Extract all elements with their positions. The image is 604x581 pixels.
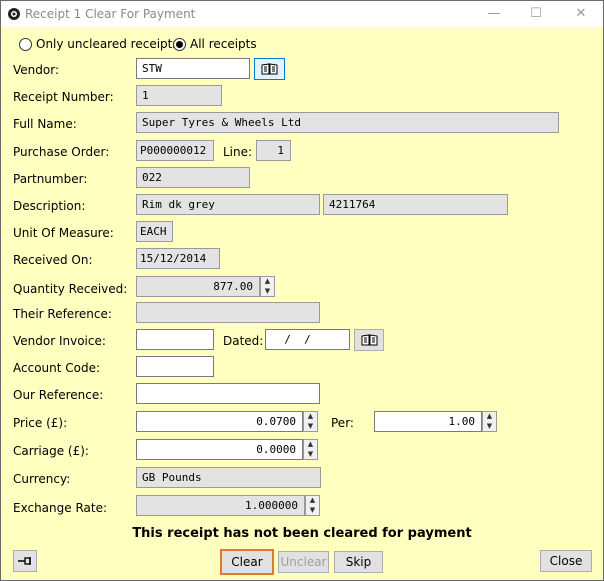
quantity-received-spinner: ▲ ▼ [260,276,275,297]
purchase-order-label: Purchase Order: [13,145,110,159]
their-reference-field [136,302,320,323]
close-window-icon[interactable]: ✕ [566,3,596,25]
purchase-order-field: P000000012 [136,140,214,161]
per-spinner[interactable]: ▲ ▼ [482,411,497,432]
carriage-spinner[interactable]: ▲ ▼ [303,439,318,460]
pin-button[interactable] [13,550,37,572]
full-name-field: Super Tyres & Wheels Ltd [136,112,559,133]
exchange-rate-label: Exchange Rate: [13,501,108,515]
unit-of-measure-label: Unit Of Measure: [13,226,114,240]
radio-all-receipts-label: All receipts [190,37,257,51]
spin-down-icon: ▼ [309,506,316,514]
dated-label: Dated: [223,334,264,348]
account-code-input[interactable] [136,356,214,377]
partnumber-field: 022 [136,167,250,188]
quantity-received-field: 877.00 [136,276,260,297]
receipt-number-field: 1 [136,85,222,106]
radio-only-uncleared-label: Only uncleared receipts [36,37,179,51]
clearance-status-message: This receipt has not been cleared for pa… [132,526,472,541]
window-title: Receipt 1 Clear For Payment [25,7,196,21]
spin-up-icon[interactable]: ▲ [304,440,317,449]
description-label: Description: [13,199,86,213]
close-button[interactable]: Close [540,550,592,572]
our-reference-label: Our Reference: [13,388,104,402]
vendor-lookup-button[interactable] [254,58,285,80]
price-input[interactable]: 0.0700 [136,411,303,432]
book-icon [261,63,278,75]
skip-button[interactable]: Skip [334,551,383,573]
spin-down-icon: ▼ [264,287,271,295]
vendor-invoice-input[interactable] [136,329,214,350]
title-bar: Receipt 1 Clear For Payment — ☐ ✕ [1,1,603,27]
description-secondary-field: 4211764 [323,194,508,215]
carriage-input[interactable]: 0.0000 [136,439,303,460]
account-code-label: Account Code: [13,361,101,375]
received-on-label: Received On: [13,253,93,267]
vendor-invoice-label: Vendor Invoice: [13,334,106,348]
spin-down-icon[interactable]: ▼ [304,450,317,459]
spin-up-icon: ▲ [309,496,316,504]
vendor-field[interactable]: STW [136,58,250,79]
app-icon [8,8,20,20]
vendor-label: Vendor: [13,63,59,77]
spin-down-icon[interactable]: ▼ [304,422,317,431]
spin-down-icon[interactable]: ▼ [483,422,496,431]
description-field: Rim dk grey [136,194,320,215]
unclear-button: Unclear [278,551,329,573]
per-label: Per: [331,416,354,430]
exchange-rate-spinner: ▲ ▼ [305,495,320,516]
spin-up-icon: ▲ [264,277,271,285]
date-lookup-button[interactable] [354,329,384,351]
radio-only-uncleared[interactable] [19,38,32,51]
per-input[interactable]: 1.00 [374,411,482,432]
minimize-icon[interactable]: — [479,3,509,25]
full-name-label: Full Name: [13,117,77,131]
receipt-number-label: Receipt Number: [13,90,114,104]
their-reference-label: Their Reference: [13,307,112,321]
partnumber-label: Partnumber: [13,172,88,186]
maximize-icon[interactable]: ☐ [521,3,551,25]
line-field: 1 [256,140,291,161]
price-spinner[interactable]: ▲ ▼ [303,411,318,432]
received-on-field: 15/12/2014 [136,248,220,269]
currency-label: Currency: [13,472,71,486]
spin-up-icon[interactable]: ▲ [304,412,317,421]
book-icon [361,334,378,346]
our-reference-input[interactable] [136,383,320,404]
unit-of-measure-field: EACH [136,221,173,242]
line-label: Line: [223,145,253,159]
currency-field: GB Pounds [136,467,321,488]
carriage-label: Carriage (£): [13,444,89,458]
clear-button[interactable]: Clear [220,549,274,575]
radio-all-receipts[interactable] [173,38,186,51]
exchange-rate-field: 1.000000 [136,495,305,516]
spin-up-icon[interactable]: ▲ [483,412,496,421]
dated-input[interactable]: / / [265,329,350,350]
price-label: Price (£): [13,416,68,430]
pin-icon [18,557,31,565]
quantity-received-label: Quantity Received: [13,282,128,296]
receipt-clear-window: Receipt 1 Clear For Payment — ☐ ✕ Only u… [0,0,604,581]
